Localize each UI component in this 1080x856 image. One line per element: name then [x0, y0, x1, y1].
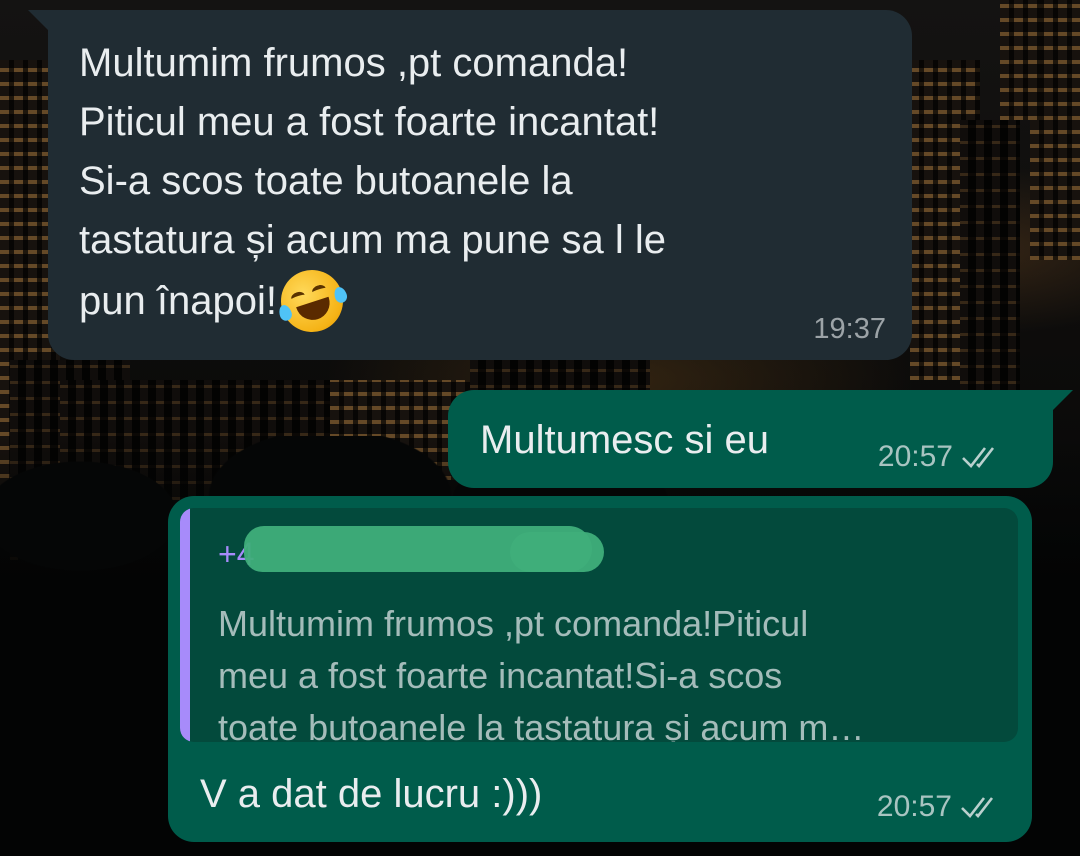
message-line: Si-a scos toate butoanele la — [79, 159, 573, 203]
message-line: tastatura și acum ma pune sa l le — [79, 218, 666, 262]
message-text: Multumim frumos ,pt comanda! Piticul meu … — [79, 34, 869, 341]
quote-line: Multumim frumos ,pt comanda!Piticul — [218, 603, 809, 644]
quoted-message[interactable]: +4 Multumim frumos ,pt comanda!Piticul me… — [180, 508, 1018, 742]
message-text: Multumesc si eu — [480, 418, 769, 462]
message-timestamp: 19:37 — [813, 313, 886, 345]
quote-line: meu a fost foarte incantat!Si-a scos — [218, 655, 783, 696]
incoming-message-bubble[interactable]: Multumim frumos ,pt comanda! Piticul meu … — [28, 10, 912, 360]
message-meta: 20:57 — [877, 790, 1004, 824]
message-line: pun înapoi! — [79, 278, 277, 323]
rolling-laughing-emoji-icon — [272, 261, 352, 341]
double-check-read-icon — [961, 797, 994, 818]
quote-line: toate butoanele la tastatura și acum m… — [218, 707, 865, 742]
bubble-tail — [1051, 390, 1073, 412]
outgoing-reply-bubble[interactable]: +4 Multumim frumos ,pt comanda!Piticul me… — [168, 496, 1032, 842]
message-line: Multumim frumos ,pt comanda! — [79, 41, 629, 85]
message-timestamp: 20:57 — [877, 440, 953, 473]
double-check-read-icon — [962, 447, 995, 468]
message-meta: 20:57 — [878, 440, 1005, 474]
quote-accent-bar — [180, 508, 190, 742]
message-line: Piticul meu a fost foarte incantat! — [79, 100, 660, 144]
outgoing-message-bubble[interactable]: Multumesc si eu 20:57 — [448, 390, 1073, 488]
message-timestamp: 20:57 — [876, 790, 952, 823]
bubble-tail — [28, 10, 50, 32]
message-text: V a dat de lucru :))) — [200, 772, 543, 816]
quote-text: Multumim frumos ,pt comanda!Piticul meu a… — [218, 598, 1008, 742]
redacted-phone-number — [510, 532, 604, 572]
